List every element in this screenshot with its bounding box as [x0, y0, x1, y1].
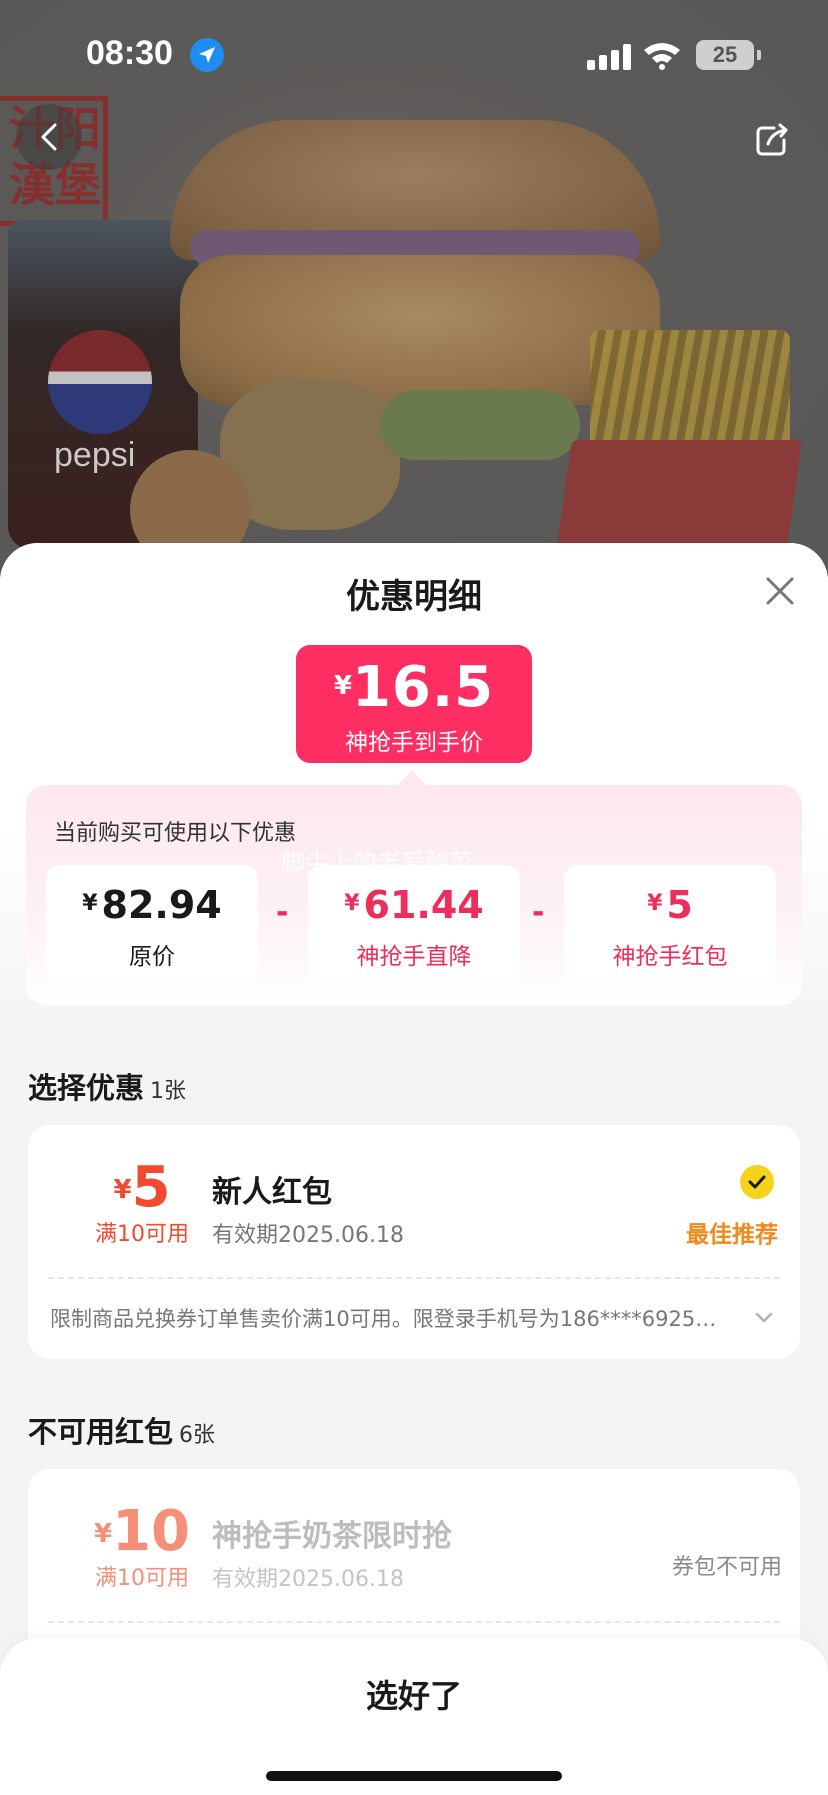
- status-bar: 08:30 25: [0, 0, 828, 110]
- discount-breakdown-panel: 当前购买可使用以下优惠 脚尖上的老爱酸菜 ¥82.94 原价 - ¥61.44 …: [26, 785, 802, 1005]
- final-price-badge: ¥16.5 神抢手到手价: [296, 645, 532, 763]
- coupon-condition: 满10可用: [95, 1222, 189, 1247]
- share-icon: [756, 123, 788, 156]
- coupon-divider: [48, 1277, 780, 1279]
- select-discount-count: 1张: [150, 1079, 187, 1104]
- coupon-amount: 10: [112, 1499, 191, 1564]
- final-price-currency: ¥: [333, 671, 352, 701]
- close-button[interactable]: [764, 575, 796, 607]
- coupon-expiry: 有效期2025.06.18: [212, 1567, 404, 1592]
- location-arrow-icon: [190, 38, 224, 72]
- red-packet-currency: ¥: [647, 891, 663, 916]
- coupon-amount: 5: [131, 1155, 171, 1220]
- final-price-label: 神抢手到手价: [345, 730, 483, 756]
- share-button[interactable]: [752, 120, 792, 160]
- coupon-description: 限制商品兑换券订单售卖价满10可用。限登录手机号为186****6925…: [50, 1307, 717, 1331]
- minus-operator: -: [532, 895, 545, 930]
- check-icon[interactable]: [740, 1165, 774, 1199]
- original-price-card: ¥82.94 原价: [46, 865, 258, 983]
- direct-discount-value: 61.44: [363, 883, 484, 927]
- status-time: 08:30: [86, 34, 173, 72]
- unavailable-title: 不可用红包: [28, 1415, 174, 1449]
- direct-discount-currency: ¥: [344, 891, 360, 916]
- minus-operator: -: [276, 895, 289, 930]
- coupon-name: 神抢手奶茶限时抢: [212, 1519, 452, 1554]
- pepsi-wordmark: pepsi: [54, 436, 136, 474]
- sheet-title: 优惠明细: [346, 577, 482, 617]
- coupon-value: ¥10 满10可用: [82, 1499, 202, 1592]
- chevron-down-icon[interactable]: [754, 1311, 774, 1325]
- coupon-value: ¥5 满10可用: [82, 1155, 202, 1248]
- coupon-condition: 满10可用: [95, 1566, 189, 1591]
- coupon-expiry: 有效期2025.06.18: [212, 1223, 404, 1248]
- selected-coupon-card[interactable]: ¥5 满10可用 新人红包 有效期2025.06.18 最佳推荐 限制商品兑换券…: [28, 1125, 800, 1359]
- burger-chicken: [180, 255, 660, 405]
- original-price-label: 原价: [129, 944, 175, 970]
- back-arrow-icon: [41, 123, 57, 151]
- discount-detail-sheet: 优惠明细 ¥16.5 神抢手到手价 当前购买可使用以下优惠 脚尖上的老爱酸菜 ¥…: [0, 543, 828, 1795]
- panel-heading: 当前购买可使用以下优惠: [54, 821, 297, 846]
- coupon-currency: ¥: [113, 1175, 132, 1205]
- coupon-currency: ¥: [93, 1519, 113, 1549]
- select-discount-title: 选择优惠: [28, 1071, 145, 1105]
- direct-discount-card: ¥61.44 神抢手直降: [308, 865, 520, 983]
- pepsi-logo: [48, 330, 152, 434]
- coupon-name: 新人红包: [212, 1175, 332, 1210]
- best-recommend-badge: 最佳推荐: [686, 1222, 778, 1248]
- red-packet-card: ¥5 神抢手红包: [564, 865, 776, 983]
- battery-icon: 25: [696, 40, 761, 70]
- direct-discount-label: 神抢手直降: [356, 944, 472, 970]
- confirm-button[interactable]: 选好了: [0, 1638, 828, 1754]
- select-discount-heading: 选择优惠 1张: [28, 1065, 186, 1107]
- red-packet-value: 5: [666, 883, 693, 927]
- signal-icon: [587, 44, 631, 70]
- red-packet-label: 神抢手红包: [612, 944, 728, 970]
- unavailable-heading: 不可用红包 6张: [28, 1409, 215, 1451]
- original-price-currency: ¥: [82, 891, 98, 916]
- lettuce: [380, 390, 580, 460]
- unavailable-count: 6张: [179, 1423, 216, 1448]
- sheet-footer: 选好了: [0, 1638, 828, 1795]
- final-price-amount: 16.5: [351, 655, 495, 720]
- coupon-unavailable-status: 券包不可用: [672, 1555, 783, 1580]
- original-price-value: 82.94: [101, 883, 222, 927]
- back-button[interactable]: [16, 104, 82, 170]
- product-hero-image: 汁阳漢堡 pepsi 08:30 25: [0, 0, 828, 600]
- close-icon: [766, 577, 794, 605]
- coupon-divider: [48, 1621, 780, 1623]
- wifi-icon: [642, 40, 682, 70]
- home-indicator: [266, 1771, 562, 1781]
